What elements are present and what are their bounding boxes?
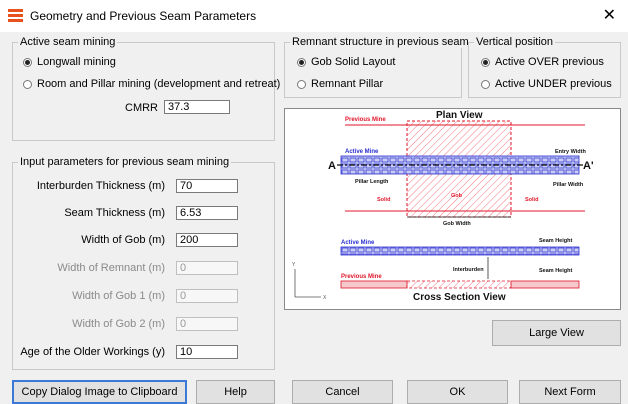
interburden-label: Interburden — [453, 267, 484, 273]
section-label-left: A — [328, 160, 336, 172]
previous-seam-solid-left — [340, 280, 408, 289]
radio-remnant-pillar-indicator[interactable] — [297, 79, 306, 89]
solid-label-left: Solid — [377, 197, 390, 203]
large-view-button[interactable]: Large View — [492, 320, 621, 346]
window-title: Geometry and Previous Seam Parameters — [30, 9, 257, 23]
help-button[interactable]: Help — [196, 380, 275, 404]
radio-gob-solid-indicator[interactable] — [297, 57, 306, 67]
previous-mine-label-section: Previous Mine — [341, 274, 382, 280]
radio-gob-solid-layout[interactable]: Gob Solid Layout — [297, 56, 395, 68]
age-of-older-workings-label: Age of the Older Workings (y) — [20, 346, 165, 358]
seam-thickness-field[interactable]: 6.53 — [176, 206, 238, 220]
width-of-gob-field[interactable]: 200 — [176, 233, 238, 247]
active-seam-section — [340, 246, 580, 256]
entry-width-label: Entry Width — [555, 149, 586, 155]
radio-active-over-label: Active OVER previous — [495, 56, 604, 68]
radio-active-under[interactable]: Active UNDER previous — [481, 78, 612, 90]
remnant-structure-group: Remnant structure in previous seam Gob S… — [284, 36, 471, 98]
seam-height-label-top: Seam Height — [539, 238, 572, 244]
pillar-length-label: Pillar Length — [355, 179, 389, 185]
cmrr-label: CMRR — [125, 102, 158, 114]
input-parameters-legend: Input parameters for previous seam minin… — [18, 156, 232, 168]
app-icon — [8, 9, 23, 22]
active-seam-mining-legend: Active seam mining — [18, 36, 118, 48]
active-mine-label-plan: Active Mine — [345, 149, 379, 155]
radio-room-and-pillar-label: Room and Pillar mining (development and … — [37, 78, 281, 90]
width-of-gob-1-label: Width of Gob 1 (m) — [72, 290, 165, 302]
layout-diagram: Plan View Previous Mine Active Mine A A'… — [284, 108, 621, 310]
interburden-thickness-label: Interburden Thickness (m) — [36, 180, 165, 192]
remnant-structure-legend: Remnant structure in previous seam — [290, 36, 471, 48]
copy-dialog-image-button[interactable]: Copy Dialog Image to Clipboard — [12, 380, 187, 404]
width-of-remnant-label: Width of Remnant (m) — [57, 262, 165, 274]
radio-gob-solid-label: Gob Solid Layout — [311, 56, 396, 68]
radio-longwall[interactable]: Longwall mining — [23, 56, 116, 68]
previous-mine-label-plan: Previous Mine — [345, 117, 386, 123]
previous-seam-gob — [406, 280, 512, 289]
radio-room-and-pillar[interactable]: Room and Pillar mining (development and … — [23, 78, 280, 90]
cross-section-view-title: Cross Section View — [413, 292, 506, 303]
radio-active-under-indicator[interactable] — [481, 79, 490, 89]
width-of-gob-1-field: 0 — [176, 289, 238, 303]
width-of-gob-2-field: 0 — [176, 317, 238, 331]
cmrr-field[interactable]: 37.3 — [164, 100, 230, 114]
section-label-right: A' — [583, 160, 594, 172]
age-of-older-workings-field[interactable]: 10 — [176, 345, 238, 359]
width-of-gob-label: Width of Gob (m) — [81, 234, 165, 246]
active-seam-mining-group: Active seam mining Longwall mining Room … — [12, 36, 280, 141]
ok-button[interactable]: OK — [407, 380, 508, 404]
seam-height-label-bottom: Seam Height — [539, 268, 572, 274]
gob-label: Gob — [451, 193, 463, 199]
pillar-width-label: Pillar Width — [553, 182, 584, 188]
title-bar: Geometry and Previous Seam Parameters ✕ — [0, 0, 628, 32]
active-mine-label-section: Active Mine — [341, 240, 375, 246]
solid-label-right: Solid — [525, 197, 538, 203]
previous-seam-solid-right — [510, 280, 580, 289]
radio-active-under-label: Active UNDER previous — [495, 78, 612, 90]
plan-view-title: Plan View — [436, 110, 483, 121]
radio-longwall-indicator[interactable] — [23, 57, 32, 67]
width-of-gob-2-label: Width of Gob 2 (m) — [72, 318, 165, 330]
radio-room-and-pillar-indicator[interactable] — [23, 79, 32, 89]
width-of-remnant-field: 0 — [176, 261, 238, 275]
gob-width-label: Gob Width — [443, 221, 471, 227]
vertical-position-legend: Vertical position — [474, 36, 556, 48]
radio-active-over[interactable]: Active OVER previous — [481, 56, 604, 68]
x-axis-label: X — [323, 295, 327, 301]
cancel-button[interactable]: Cancel — [292, 380, 393, 404]
seam-thickness-label: Seam Thickness (m) — [64, 207, 165, 219]
interburden-thickness-field[interactable]: 70 — [176, 179, 238, 193]
radio-longwall-label: Longwall mining — [37, 56, 116, 68]
radio-remnant-pillar[interactable]: Remnant Pillar — [297, 78, 383, 90]
vertical-position-group: Vertical position Active OVER previous A… — [468, 36, 621, 98]
close-icon[interactable]: ✕ — [603, 5, 616, 25]
layout-diagram-canvas: Plan View Previous Mine Active Mine A A'… — [292, 110, 594, 303]
radio-active-over-indicator[interactable] — [481, 57, 490, 67]
y-axis-label: Y — [292, 262, 296, 268]
next-form-button[interactable]: Next Form — [519, 380, 621, 404]
radio-remnant-pillar-label: Remnant Pillar — [311, 78, 384, 90]
